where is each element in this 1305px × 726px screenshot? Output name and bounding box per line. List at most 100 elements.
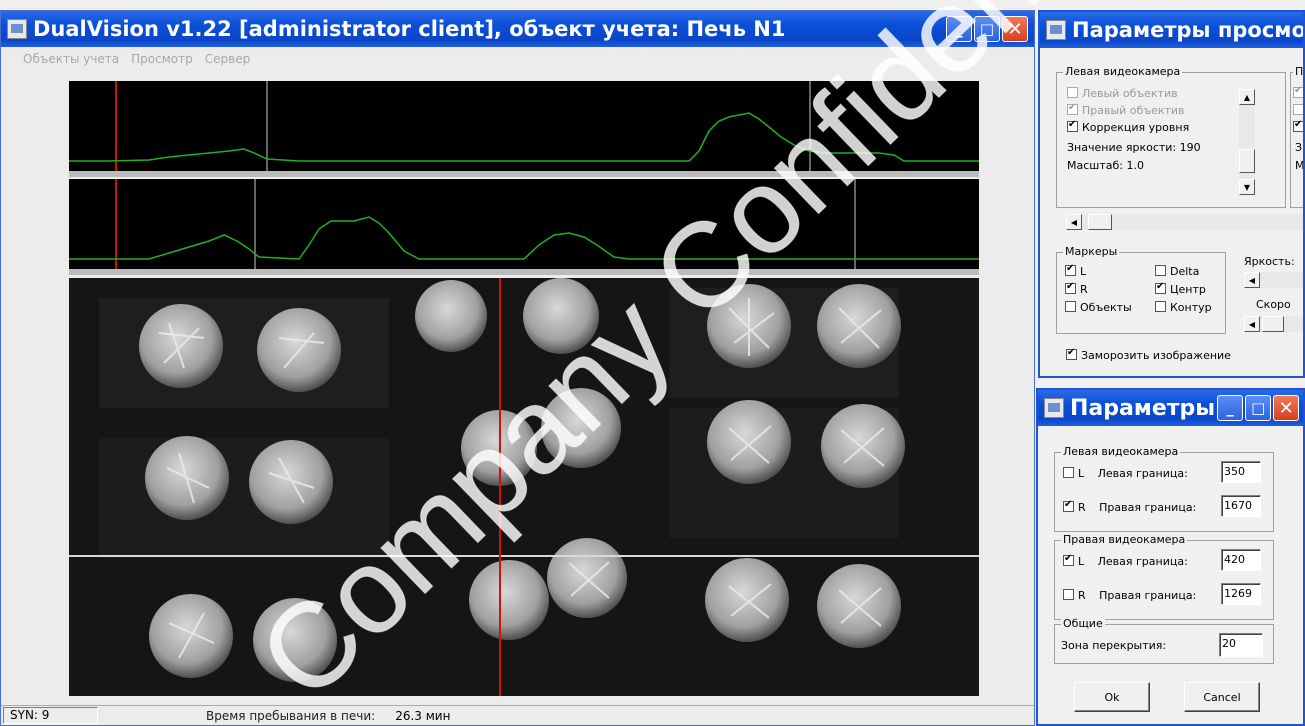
menu-objects[interactable]: Объекты учета [23,52,119,66]
vp-right-camera-label: П [1293,65,1304,78]
vp-marker-contour[interactable]: Контур [1155,301,1212,314]
vp-brightness-slider[interactable]: ◀ [1244,272,1303,288]
vp-right-chk1[interactable] [1293,85,1303,100]
params-right-r-input[interactable]: 1269 [1221,583,1261,605]
params-left-l-input[interactable]: 350 [1221,461,1261,483]
params-right-camera-group: Правая видеокамера L Левая граница: 420 … [1054,533,1274,620]
maximize-icon[interactable]: □ [974,16,1000,42]
vp-hscroll-thumb[interactable] [1088,214,1112,230]
params-left-camera-label: Левая видеокамера [1061,445,1181,458]
main-window: DualVision v1.22 [administrator client],… [0,10,1035,726]
params-right-l-checkbox[interactable] [1063,553,1074,566]
params-common-group: Общие Зона перекрытия: 20 [1054,617,1274,664]
main-titlebar[interactable]: DualVision v1.22 [administrator client],… [1,11,1034,47]
vp-scroll-thumb[interactable] [1239,149,1255,173]
view-params-title: Параметры просмотра [1072,18,1303,42]
vp-speed-thumb[interactable] [1262,316,1284,332]
vp-left-lens-label: Левый объектив [1082,87,1178,100]
vp-scroll-up-icon[interactable]: ▲ [1239,89,1255,105]
vp-brightness-value: Значение яркости: 190 [1067,141,1201,154]
params-minimize-icon[interactable]: _ [1217,395,1244,421]
vp-marker-l[interactable]: L [1065,263,1087,278]
ok-button[interactable]: Ok [1074,682,1150,712]
vp-right-chk2[interactable] [1293,104,1303,117]
params-right-l-input[interactable]: 420 [1221,549,1261,571]
params-window: Параметры _ □ ✕ Левая видеокамера L Лева… [1036,388,1305,726]
params-left-r-row: R Правая граница: [1063,499,1197,514]
camera-view[interactable] [69,278,979,696]
view-params-titlebar[interactable]: Параметры просмотра [1040,12,1303,48]
vp-level-correction-checkbox[interactable] [1067,119,1078,132]
vp-left-lens[interactable]: Левый объектив [1067,87,1178,100]
vp-marker-r-label: R [1080,283,1088,296]
vp-speed-label: Скоро [1256,298,1291,311]
vp-hscroll-left-icon[interactable]: ◀ [1066,214,1082,230]
status-syn: SYN: 9 [3,707,98,724]
vp-freeze-checkbox[interactable] [1066,347,1077,360]
params-left-r-input[interactable]: 1670 [1221,495,1261,517]
vp-left-camera-group: Левая видеокамера Левый объектив Правый … [1056,65,1286,208]
params-right-l-label: Левая граница: [1097,555,1188,568]
vp-left-camera-label: Левая видеокамера [1063,65,1183,78]
vp-marker-r[interactable]: R [1065,281,1088,296]
vp-right-scale: М [1295,159,1305,172]
graph-bottom-svg [69,179,979,269]
menu-bar: Объекты учета Просмотр Сервер [1,49,1034,69]
params-right-l-row: L Левая граница: [1063,553,1188,568]
menu-view[interactable]: Просмотр [131,52,193,66]
params-right-r-flag: R [1078,589,1086,602]
menu-server[interactable]: Сервер [205,52,250,66]
vp-freeze[interactable]: Заморозить изображение [1066,347,1231,362]
status-time-value: 26.3 мин [395,708,451,723]
params-right-r-row: R Правая граница: [1063,589,1196,602]
vp-brightness-left-icon[interactable]: ◀ [1244,272,1260,288]
params-right-r-label: Правая граница: [1099,589,1197,602]
params-overlap-input[interactable]: 20 [1219,633,1263,657]
vp-marker-l-label: L [1080,265,1087,278]
vp-marker-center-label: Центр [1170,283,1206,296]
params-maximize-icon[interactable]: □ [1245,395,1272,421]
vp-markers-group: Маркеры L Delta R Центр Объекты Контур [1056,245,1226,334]
vp-marker-objects[interactable]: Объекты [1065,301,1132,314]
graph-top-line [69,112,979,162]
vp-right-brightness: З [1295,141,1303,154]
minimize-icon[interactable]: _ [946,16,972,42]
params-left-r-label: Правая граница: [1099,501,1197,514]
params-overlap-label: Зона перекрытия: [1061,639,1167,652]
vp-marker-objects-label: Объекты [1080,301,1132,314]
vp-speed-left-icon[interactable]: ◀ [1244,316,1260,332]
vp-vscroll[interactable]: ▲ ▼ [1239,89,1255,195]
params-titlebar[interactable]: Параметры _ □ ✕ [1038,390,1303,426]
params-left-l-row: L Левая граница: [1063,467,1188,480]
params-left-r-checkbox[interactable] [1063,499,1074,512]
app-icon [7,19,27,39]
vp-level-correction-label: Коррекция уровня [1082,121,1190,134]
vp-right-lens[interactable]: Правый объектив [1067,102,1185,117]
vp-marker-delta-label: Delta [1170,265,1200,278]
close-icon[interactable]: ✕ [1002,16,1028,42]
cancel-button[interactable]: Cancel [1184,682,1260,712]
status-bar: SYN: 9 Время пребывания в печи: 26.3 мин [1,705,1034,725]
vp-hscroll[interactable]: ◀ [1066,214,1303,230]
graph-bottom-line [69,216,979,260]
params-right-r-checkbox[interactable] [1063,589,1074,600]
vp-scroll-down-icon[interactable]: ▼ [1239,179,1255,195]
vp-left-lens-checkbox[interactable] [1067,87,1078,98]
brightness-graph-top [69,81,979,177]
vp-level-correction[interactable]: Коррекция уровня [1067,119,1190,134]
params-left-l-label: Левая граница: [1097,467,1188,480]
params-right-camera-label: Правая видеокамера [1061,533,1188,546]
main-window-title: DualVision v1.22 [administrator client],… [33,17,786,41]
vp-right-lens-checkbox[interactable] [1067,102,1078,115]
vp-marker-center[interactable]: Центр [1155,281,1206,296]
params-left-l-checkbox[interactable] [1063,467,1074,478]
vp-right-lens-label: Правый объектив [1082,104,1185,117]
brightness-graph-bottom [69,179,979,275]
vp-right-chk3[interactable] [1293,119,1303,134]
vp-marker-delta[interactable]: Delta [1155,265,1199,278]
vp-speed-slider[interactable]: ◀ [1244,316,1303,332]
vp-scale-value: Масштаб: 1.0 [1067,159,1144,172]
params-close-icon[interactable]: ✕ [1273,395,1300,421]
params-common-label: Общие [1061,617,1105,630]
params-left-camera-group: Левая видеокамера L Левая граница: 350 R… [1054,445,1274,532]
